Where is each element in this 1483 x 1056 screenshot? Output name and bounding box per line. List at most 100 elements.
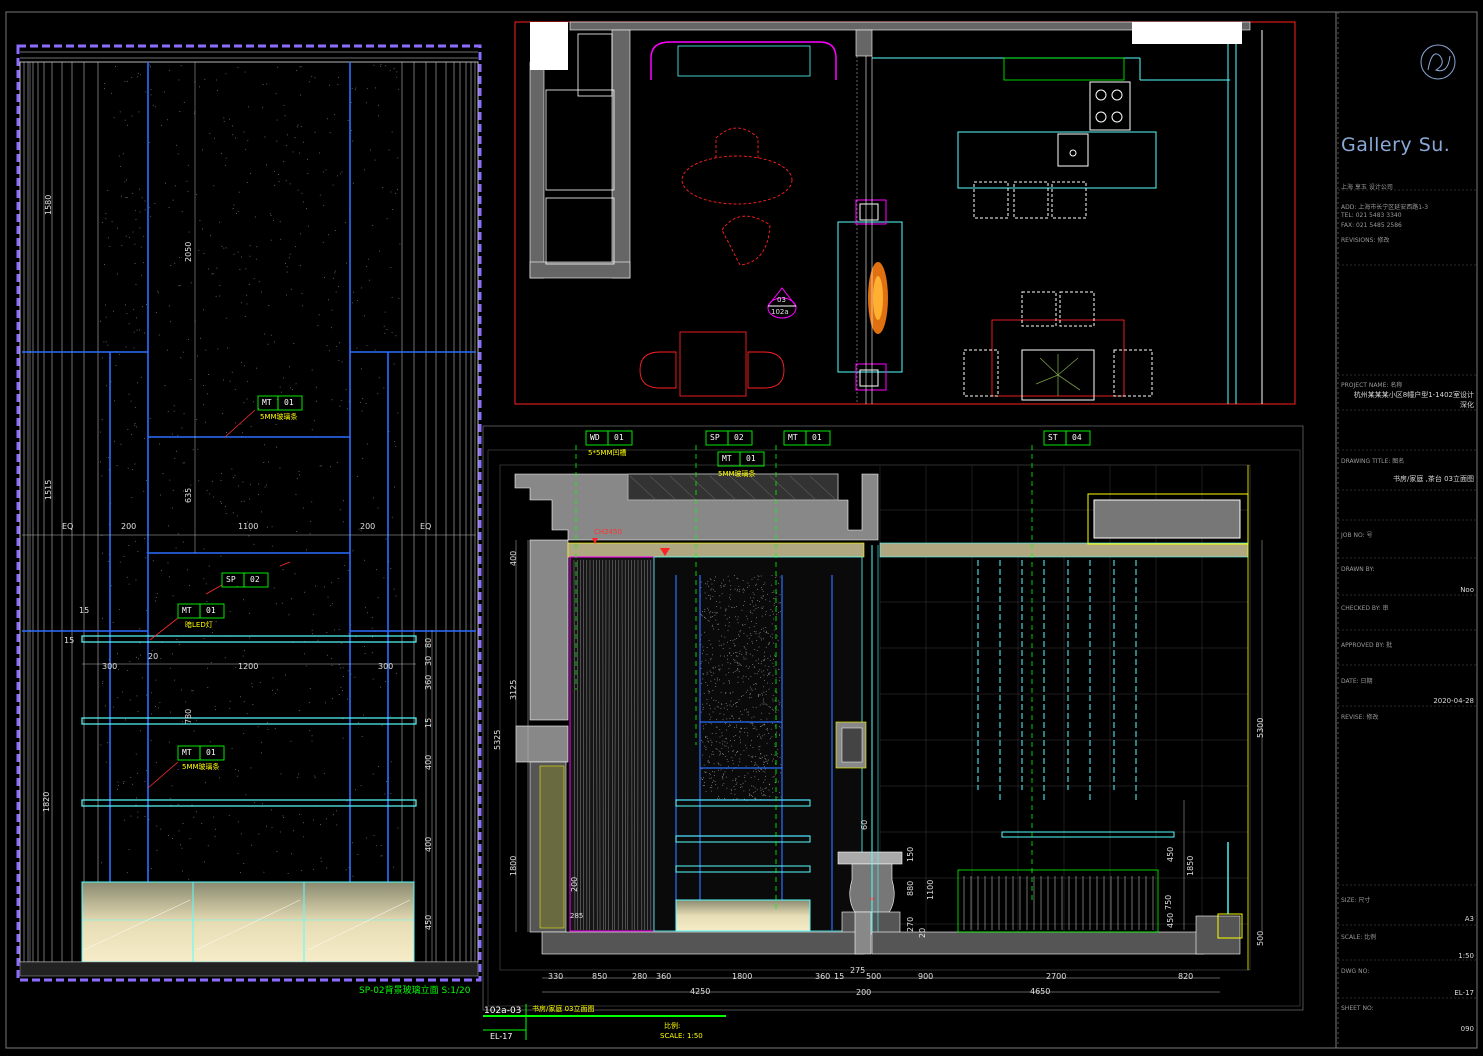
left-elevation-panel: [16, 44, 482, 982]
footer-ratio-label: 比例:: [664, 1022, 681, 1030]
ceiling-height-note: CH2450: [594, 528, 622, 536]
dim-15-b: 15: [64, 636, 75, 645]
drawn-by-value: Noo: [1460, 586, 1474, 594]
project-value-2: 深化: [1460, 401, 1474, 409]
dim-30: 30: [424, 655, 433, 666]
company-fax: FAX: 021 5485 2586: [1341, 222, 1402, 229]
plan-marker-bottom: 102a: [771, 308, 789, 316]
dim-left: 200: [570, 876, 579, 892]
base-cabinet: [81, 881, 415, 963]
dim-bottom: 280: [632, 972, 648, 981]
dim-right: 20: [918, 927, 927, 938]
dim-right: 1100: [926, 879, 935, 900]
dim-right: 5300: [1256, 717, 1265, 738]
floor-plan: [514, 21, 1296, 405]
company-address: ADD: 上海市长宁区延安西路1-3: [1341, 204, 1429, 211]
dim-right: 450: [1166, 912, 1175, 928]
sheet-no-label: SHEET NO:: [1341, 1005, 1374, 1012]
date-value: 2020-04-28: [1433, 697, 1474, 705]
dim-right: 1850: [1186, 855, 1195, 876]
dim-450: 450: [424, 914, 433, 930]
dim-15-a: 15: [79, 606, 90, 615]
dim-bottom: 2700: [1046, 972, 1067, 981]
drawing-title-value: 书房/家庭 ,茶台 03立面图: [1393, 475, 1474, 483]
dim-15-c: 15: [424, 717, 433, 728]
dim-1820: 1820: [42, 791, 51, 812]
dim-right: 880: [906, 880, 915, 896]
dim-bottom: 1800: [732, 972, 753, 981]
dim-right: 270: [906, 916, 915, 932]
dim-bottom: 360: [656, 972, 672, 981]
dim-1200: 1200: [238, 662, 259, 671]
revisions-label: REVISIONS: 修改: [1341, 237, 1390, 244]
dim-right: 500: [1256, 930, 1265, 946]
dim-bottom: 275: [850, 966, 866, 975]
tag-num: 02: [250, 575, 260, 584]
tag-code: MT: [722, 454, 732, 463]
drawing-title-label: DRAWING TITLE: 图名: [1341, 458, 1405, 465]
company-tel: TEL: 021 5483 3340: [1341, 212, 1402, 219]
dim-left: 3125: [509, 679, 518, 700]
tag-note: 5*5MM凹槽: [588, 449, 627, 457]
tag-code: ST: [1048, 433, 1058, 442]
dim-285: 285: [570, 912, 584, 920]
size-label: SIZE: 尺寸: [1341, 897, 1371, 904]
tag-code: MT: [182, 748, 192, 757]
left-panel-caption: SP-02背景玻璃立面 S:1/20: [359, 986, 471, 996]
brand-logo-icon: [1420, 44, 1456, 80]
dim-left: 5325: [493, 729, 502, 750]
dim-bottom: 900: [918, 972, 934, 981]
dwg-no-label: DWG NO:: [1341, 968, 1370, 975]
company-name: 上海 享玉 设计公司: [1341, 184, 1393, 191]
dim-300-right: 300: [378, 662, 394, 671]
tag-note: 5MM玻璃条: [182, 763, 220, 771]
dim-bottom: 850: [592, 972, 608, 981]
dim-eq-right: EQ: [420, 522, 432, 531]
dim-right: 450: [1166, 846, 1175, 862]
dim-bottom: 500: [866, 972, 882, 981]
dwg-no-value: EL-17: [1454, 989, 1474, 997]
drawn-by-label: DRAWN BY:: [1341, 566, 1375, 573]
dim-635: 635: [184, 487, 193, 503]
project-label: PROJECT NAME: 名称: [1341, 382, 1403, 389]
dim-left: 1800: [509, 855, 518, 876]
tag-num: 01: [206, 606, 216, 615]
tag-note: 5MM玻璃条: [260, 413, 298, 421]
dim-300-left: 300: [102, 662, 118, 671]
dim-360: 360: [424, 674, 433, 690]
dim-total: 4250: [690, 987, 711, 996]
dim-400-b: 400: [424, 836, 433, 852]
footer-scale: SCALE: 1:50: [660, 1032, 703, 1040]
dim-eq-left: EQ: [62, 522, 74, 531]
cad-drawing-canvas: ✦: [5, 11, 1478, 1049]
approved-by-label: APPROVED BY: 批: [1341, 642, 1393, 649]
dim-1580: 1580: [44, 194, 53, 215]
dim-total: 200: [856, 988, 872, 997]
dim-1515: 1515: [44, 479, 53, 500]
tag-code: WD: [590, 433, 600, 442]
revise-label: REVISE: 修改: [1341, 714, 1379, 721]
dim-20: 20: [148, 652, 159, 661]
job-no-label: JOB NO: 号: [1341, 532, 1373, 539]
dim-bottom: 360: [815, 972, 831, 981]
dim-2050: 2050: [184, 241, 193, 262]
tag-num: 01: [812, 433, 822, 442]
scale-label: SCALE: 比例: [1341, 934, 1377, 941]
project-value: 杭州某某某小区8幢户型1-1402室设计: [1353, 391, 1474, 399]
size-value: A3: [1464, 915, 1474, 923]
dim-bottom: 15: [834, 972, 845, 981]
tag-note: 暗LED灯: [185, 621, 213, 629]
stone-texture: [100, 64, 401, 880]
footer-title: 书房/家庭 03立面图: [532, 1005, 595, 1013]
footer-drawing: EL-17: [490, 1032, 513, 1041]
dim-right: 150: [906, 846, 915, 862]
tag-code: SP: [226, 575, 236, 584]
dim-200-left: 200: [121, 522, 137, 531]
dim-780: 780: [184, 708, 193, 724]
brand-name: Gallery Su.: [1341, 134, 1451, 156]
tag-num: 04: [1072, 433, 1082, 442]
tag-num: 01: [206, 748, 216, 757]
dim-1100: 1100: [238, 522, 259, 531]
footer-code: 102a-03: [484, 1006, 522, 1016]
tag-num: 01: [284, 398, 294, 407]
